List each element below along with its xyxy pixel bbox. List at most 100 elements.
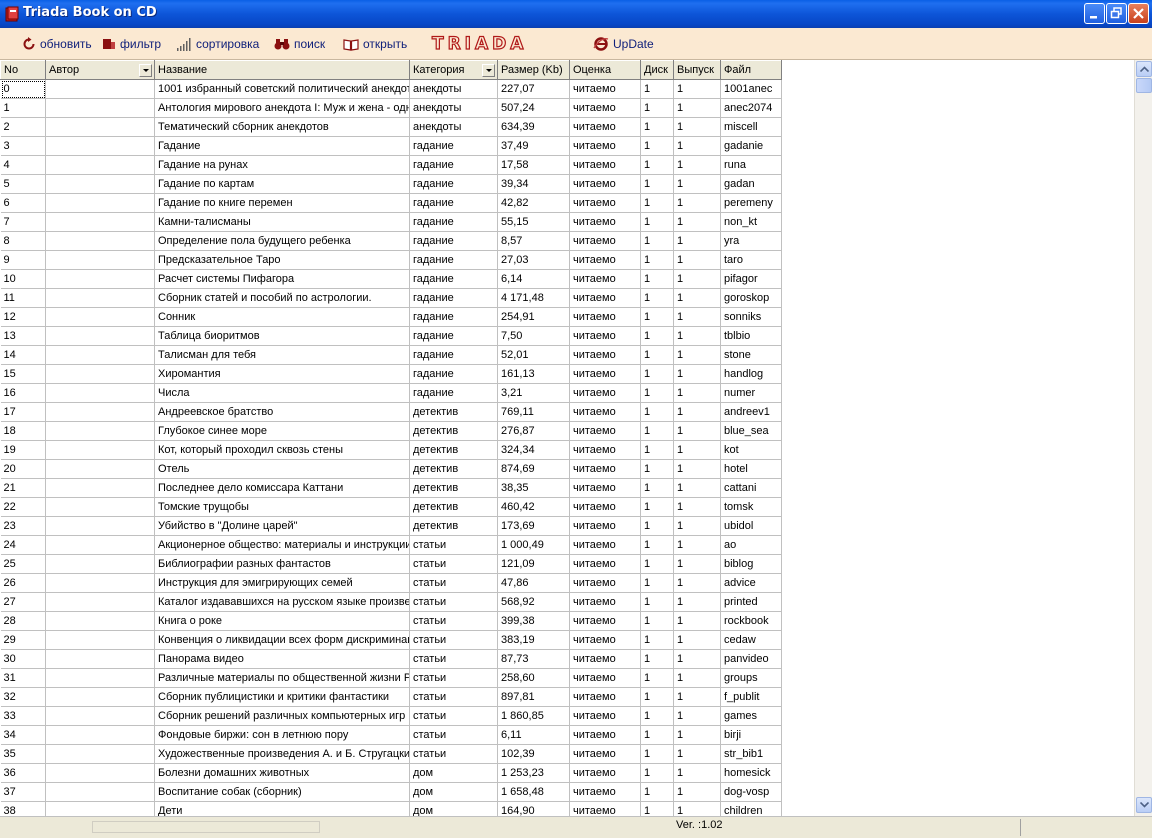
cell-author[interactable]: [45, 193, 155, 213]
cell-issue[interactable]: 1: [673, 516, 721, 536]
cell-issue[interactable]: 1: [673, 307, 721, 327]
cell-author[interactable]: [45, 98, 155, 118]
scroll-down-button[interactable]: [1136, 797, 1152, 813]
cell-author[interactable]: [45, 649, 155, 669]
cell-file[interactable]: gadan: [720, 174, 782, 194]
cell-rating[interactable]: читаемо: [569, 193, 641, 213]
cell-size[interactable]: 227,07: [497, 79, 570, 99]
cell-no[interactable]: 31: [0, 668, 46, 688]
cell-file[interactable]: taro: [720, 250, 782, 270]
cell-rating[interactable]: читаемо: [569, 269, 641, 289]
cell-no[interactable]: 10: [0, 269, 46, 289]
cell-rating[interactable]: читаемо: [569, 212, 641, 232]
cell-issue[interactable]: 1: [673, 459, 721, 479]
table-row[interactable]: 2 Тематический сборник анекдотов анекдоты 6…: [0, 117, 782, 137]
cell-disk[interactable]: 1: [640, 478, 674, 498]
cell-no[interactable]: 37: [0, 782, 46, 802]
cell-issue[interactable]: 1: [673, 744, 721, 764]
table-row[interactable]: 11 Сборник статей и пособий по астрологии…: [0, 288, 782, 308]
cell-disk[interactable]: 1: [640, 763, 674, 783]
table-row[interactable]: 24 Акционерное общество: материалы и инст…: [0, 535, 782, 555]
cell-author[interactable]: [45, 231, 155, 251]
cell-category[interactable]: гадание: [409, 250, 498, 270]
cell-title[interactable]: Убийство в "Долине царей": [154, 516, 410, 536]
cell-no[interactable]: 6: [0, 193, 46, 213]
cell-issue[interactable]: 1: [673, 478, 721, 498]
cell-rating[interactable]: читаемо: [569, 630, 641, 650]
cell-no[interactable]: 29: [0, 630, 46, 650]
cell-issue[interactable]: 1: [673, 421, 721, 441]
cell-issue[interactable]: 1: [673, 193, 721, 213]
cell-author[interactable]: [45, 782, 155, 802]
cell-no[interactable]: 17: [0, 402, 46, 422]
cell-size[interactable]: 27,03: [497, 250, 570, 270]
cell-no[interactable]: 35: [0, 744, 46, 764]
cell-no[interactable]: 25: [0, 554, 46, 574]
table-row[interactable]: 26 Инструкция для эмигрирующих семей стать…: [0, 573, 782, 593]
cell-category[interactable]: анекдоты: [409, 117, 498, 137]
cell-author[interactable]: [45, 497, 155, 517]
cell-issue[interactable]: 1: [673, 117, 721, 137]
cell-file[interactable]: kot: [720, 440, 782, 460]
cell-rating[interactable]: читаемо: [569, 649, 641, 669]
cell-title[interactable]: Антология мирового анекдота I: Муж и жен…: [154, 98, 410, 118]
cell-no[interactable]: 34: [0, 725, 46, 745]
cell-size[interactable]: 87,73: [497, 649, 570, 669]
cell-disk[interactable]: 1: [640, 630, 674, 650]
cell-disk[interactable]: 1: [640, 402, 674, 422]
cell-rating[interactable]: читаемо: [569, 478, 641, 498]
table-row[interactable]: 15 Хиромантия гадание 161,13 читаемо 1 1 handlo…: [0, 364, 782, 384]
cell-disk[interactable]: 1: [640, 611, 674, 631]
cell-author[interactable]: [45, 744, 155, 764]
cell-disk[interactable]: 1: [640, 231, 674, 251]
cell-title[interactable]: Сборник статей и пособий по астрологии.: [154, 288, 410, 308]
cell-no[interactable]: 26: [0, 573, 46, 593]
cell-title[interactable]: Хиромантия: [154, 364, 410, 384]
cell-author[interactable]: [45, 592, 155, 612]
cell-category[interactable]: гадание: [409, 383, 498, 403]
cell-title[interactable]: Расчет системы Пифагора: [154, 269, 410, 289]
cell-issue[interactable]: 1: [673, 231, 721, 251]
column-header-rating[interactable]: Оценка: [569, 60, 641, 80]
cell-category[interactable]: детектив: [409, 478, 498, 498]
cell-issue[interactable]: 1: [673, 554, 721, 574]
cell-rating[interactable]: читаемо: [569, 535, 641, 555]
cell-title[interactable]: Гадание по книге перемен: [154, 193, 410, 213]
cell-disk[interactable]: 1: [640, 307, 674, 327]
cell-title[interactable]: Книга о роке: [154, 611, 410, 631]
cell-rating[interactable]: читаемо: [569, 782, 641, 802]
cell-size[interactable]: 1 658,48: [497, 782, 570, 802]
cell-rating[interactable]: читаемо: [569, 668, 641, 688]
cell-category[interactable]: гадание: [409, 326, 498, 346]
cell-disk[interactable]: 1: [640, 79, 674, 99]
cell-author[interactable]: [45, 459, 155, 479]
column-header-disk[interactable]: Диск: [640, 60, 674, 80]
cell-file[interactable]: peremeny: [720, 193, 782, 213]
cell-title[interactable]: 1001 избранный советский политический ан…: [154, 79, 410, 99]
cell-disk[interactable]: 1: [640, 573, 674, 593]
table-row[interactable]: 36 Болезни домашних животных дом 1 253,23 чи…: [0, 763, 782, 783]
cell-file[interactable]: ao: [720, 535, 782, 555]
table-row[interactable]: 18 Глубокое синее море детектив 276,87 читае…: [0, 421, 782, 441]
cell-file[interactable]: tblbio: [720, 326, 782, 346]
cell-title[interactable]: Гадание: [154, 136, 410, 156]
scroll-up-button[interactable]: [1136, 61, 1152, 77]
cell-title[interactable]: Таблица биоритмов: [154, 326, 410, 346]
cell-disk[interactable]: 1: [640, 345, 674, 365]
cell-size[interactable]: 874,69: [497, 459, 570, 479]
cell-category[interactable]: детектив: [409, 421, 498, 441]
cell-no[interactable]: 13: [0, 326, 46, 346]
column-header-author[interactable]: Автор: [45, 60, 155, 80]
column-header-file[interactable]: Файл: [720, 60, 782, 80]
cell-no[interactable]: 19: [0, 440, 46, 460]
cell-size[interactable]: 258,60: [497, 668, 570, 688]
filter-button[interactable]: фильтр: [102, 35, 161, 53]
cell-size[interactable]: 568,92: [497, 592, 570, 612]
cell-size[interactable]: 38,35: [497, 478, 570, 498]
cell-disk[interactable]: 1: [640, 269, 674, 289]
cell-author[interactable]: [45, 801, 155, 816]
cell-file[interactable]: str_bib1: [720, 744, 782, 764]
cell-no[interactable]: 20: [0, 459, 46, 479]
cell-title[interactable]: Сонник: [154, 307, 410, 327]
cell-issue[interactable]: 1: [673, 630, 721, 650]
